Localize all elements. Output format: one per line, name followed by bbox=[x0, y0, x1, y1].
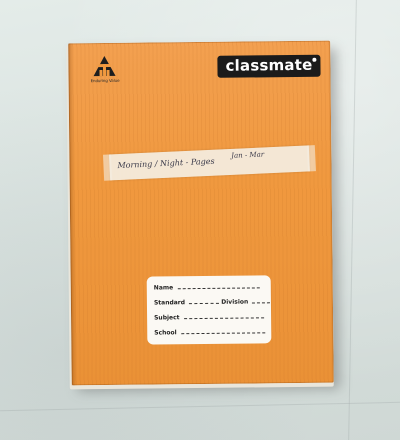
name-label-box: Name Standard Division Subject School bbox=[146, 275, 272, 345]
division-field-line bbox=[252, 298, 271, 304]
itc-triangle-logo-icon bbox=[93, 56, 116, 77]
school-field[interactable]: School bbox=[154, 328, 271, 344]
division-field-label: Division bbox=[221, 298, 249, 306]
brand-dot-icon bbox=[312, 57, 317, 62]
logo-caption: Enduring Value bbox=[90, 77, 120, 84]
handwritten-title: Morning / Night - Pages bbox=[117, 156, 215, 171]
standard-field-label: Standard bbox=[153, 299, 186, 307]
standard-field-line bbox=[189, 298, 220, 305]
brand-label: classmate bbox=[217, 54, 321, 78]
school-field-line bbox=[180, 328, 265, 335]
name-field-line bbox=[177, 283, 260, 290]
subject-field[interactable]: Subject bbox=[154, 313, 271, 329]
handwritten-note: Jan - Mar bbox=[230, 150, 265, 160]
school-field-label: School bbox=[154, 329, 177, 337]
standard-field[interactable]: Standard Division bbox=[154, 298, 271, 314]
floor-tile-seam bbox=[348, 0, 357, 440]
subject-field-label: Subject bbox=[154, 314, 180, 322]
notebook-cover[interactable]: Enduring Value classmate Morning / Night… bbox=[68, 40, 334, 386]
floor-tile-seam bbox=[0, 401, 400, 412]
itc-logo: Enduring Value bbox=[90, 55, 120, 84]
handwritten-tape-label: Morning / Night - Pages Jan - Mar bbox=[108, 145, 310, 181]
subject-field-line bbox=[183, 313, 264, 320]
name-field[interactable]: Name bbox=[154, 283, 271, 299]
name-field-label: Name bbox=[153, 284, 174, 292]
brand-text: classmate bbox=[225, 55, 313, 75]
